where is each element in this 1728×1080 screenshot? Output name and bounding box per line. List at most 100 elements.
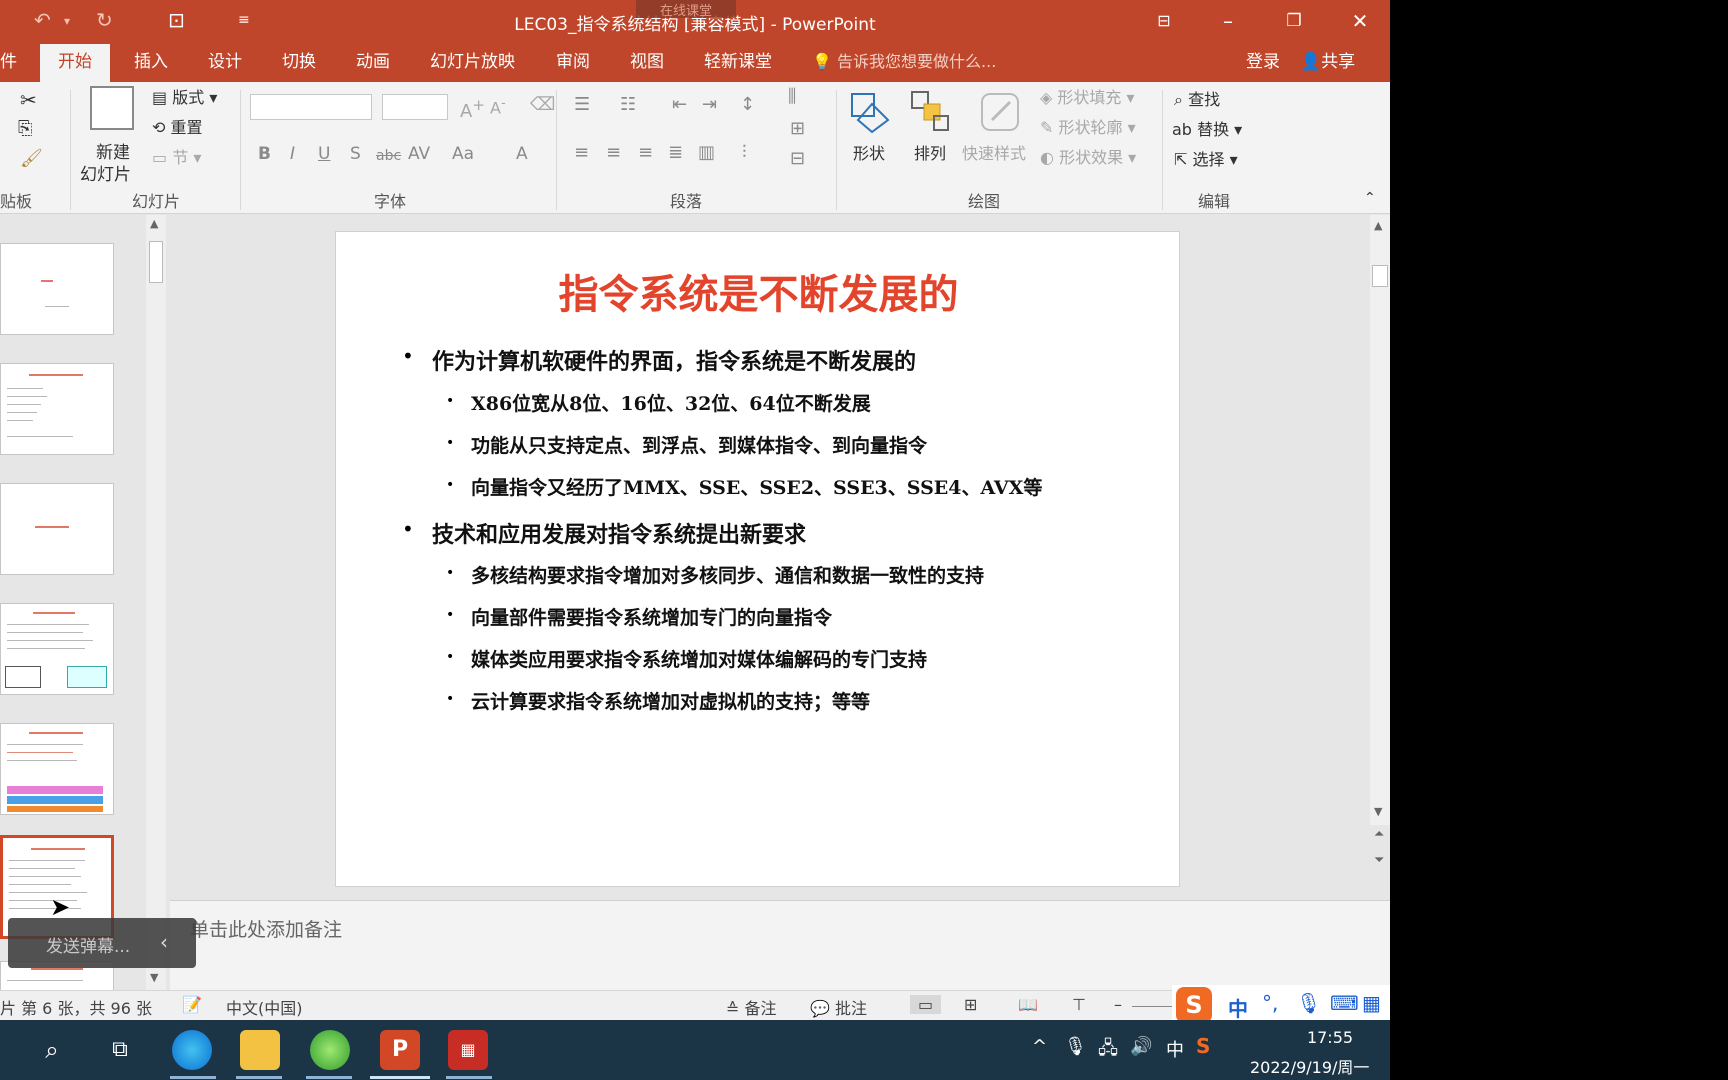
new-slide-icon[interactable] [90, 86, 134, 130]
punctuation-icon[interactable]: °, [1262, 991, 1278, 1015]
numbering-icon[interactable]: ☷ [620, 94, 636, 115]
spellcheck-icon[interactable]: 📝 [182, 995, 202, 1014]
slide-thumbnail[interactable] [0, 483, 114, 575]
line-spacing-icon[interactable]: ↕ [740, 94, 755, 115]
tab-review[interactable]: 审阅 [546, 42, 600, 82]
arrange-icon[interactable] [910, 90, 954, 134]
restore-button[interactable]: ❐ [1274, 6, 1314, 36]
clock-time[interactable]: 17:55 [1270, 1028, 1390, 1047]
browser-360-icon[interactable] [310, 1030, 350, 1070]
microphone-icon[interactable]: 🎙 [1296, 991, 1321, 1015]
toolbox-icon[interactable]: ▦ [1362, 991, 1381, 1015]
tell-me-search[interactable]: 💡 告诉我您想要做什么... [812, 42, 996, 82]
scroll-up-arrow-icon[interactable]: ▲ [150, 217, 158, 230]
new-slide-label-2[interactable]: 幻灯片 [80, 160, 131, 185]
italic-button[interactable]: I [290, 144, 295, 164]
columns-icon[interactable]: ⫶ [742, 142, 747, 163]
arrange-label[interactable]: 排列 [914, 140, 946, 164]
scroll-down-arrow-icon[interactable]: ▼ [1374, 805, 1382, 818]
grow-font-icon[interactable]: A+ [460, 96, 485, 122]
font-name-field[interactable] [250, 94, 372, 120]
quick-styles-icon[interactable] [978, 90, 1022, 134]
char-spacing-button[interactable]: AV [408, 144, 430, 164]
bullet-level2[interactable]: 媒体类应用要求指令系统增加对媒体编解码的专门支持 [471, 645, 927, 672]
keyboard-icon[interactable]: ⌨ [1330, 991, 1359, 1015]
shape-outline-button[interactable]: ✎ 形状轮廓 ▾ [1040, 114, 1136, 138]
previous-slide-icon[interactable]: ⏶ [1374, 827, 1384, 842]
ime-chinese-mode[interactable]: 中 [1228, 993, 1248, 1022]
slide-title[interactable]: 指令系统是不断发展的 [336, 262, 1181, 320]
danmaku-input[interactable]: 发送弹幕... [46, 932, 130, 957]
close-button[interactable]: ✕ [1340, 6, 1380, 36]
slide-sorter-icon[interactable]: ⊞ [964, 995, 977, 1014]
sogou-logo-icon[interactable]: S [1176, 987, 1212, 1023]
bullet-level1[interactable]: 作为计算机软硬件的界面，指令系统是不断发展的 [432, 344, 916, 376]
cut-icon[interactable]: ✂ [20, 88, 37, 112]
section-button[interactable]: ▭ 节 ▾ [152, 144, 201, 168]
find-button[interactable]: ⌕ 查找 [1174, 86, 1220, 110]
strikethrough-button[interactable]: abc [376, 148, 401, 164]
bullet-level1[interactable]: 技术和应用发展对指令系统提出新要求 [432, 517, 806, 549]
notes-toggle[interactable]: ≙ 备注 [726, 995, 777, 1019]
copy-icon[interactable]: ⎘ [18, 118, 32, 139]
scroll-down-arrow-icon[interactable]: ▼ [150, 971, 158, 984]
increase-indent-icon[interactable]: ⇥ [702, 94, 717, 115]
underline-button[interactable]: U [318, 144, 330, 164]
distributed-icon[interactable]: ▥ [698, 142, 715, 163]
bullets-icon[interactable]: ☰ [574, 94, 590, 115]
slide-thumbnail[interactable] [0, 243, 114, 335]
shapes-label[interactable]: 形状 [853, 140, 885, 164]
thumbnail-scrollbar[interactable]: ▲ ▼ [146, 215, 166, 990]
volume-icon[interactable]: 🔊 [1130, 1036, 1152, 1057]
bullet-level2[interactable]: X86位宽从8位、16位、32位、64位不断发展 [471, 389, 871, 416]
clear-format-icon[interactable]: ⌫ [530, 94, 555, 115]
scroll-thumb[interactable] [1372, 265, 1388, 287]
align-center-icon[interactable]: ≡ [606, 142, 621, 163]
show-hidden-icons-icon[interactable]: ^ [1032, 1036, 1047, 1057]
tab-slideshow[interactable]: 幻灯片放映 [420, 42, 525, 82]
justify-icon[interactable]: ≣ [668, 142, 683, 163]
sogou-ime-bar[interactable]: S 中 °, 🎙 ⌨ ▦ [1172, 985, 1390, 1025]
slide-canvas[interactable]: 指令系统是不断发展的 • 作为计算机软硬件的界面，指令系统是不断发展的 • X86位宽… [335, 231, 1180, 887]
select-button[interactable]: ⇱ 选择 ▾ [1174, 146, 1238, 170]
shrink-font-icon[interactable]: A- [490, 96, 506, 117]
slide-thumbnail[interactable] [0, 723, 114, 815]
align-right-icon[interactable]: ≡ [638, 142, 653, 163]
ime-indicator[interactable]: 中 [1166, 1036, 1184, 1062]
bullet-level2[interactable]: 向量指令又经历了MMX、SSE、SSE2、SSE3、SSE4、AVX等 [471, 473, 1042, 500]
slide-scrollbar[interactable]: ▲ ▼ [1370, 215, 1390, 825]
bullet-level2[interactable]: 多核结构要求指令增加对多核同步、通信和数据一致性的支持 [471, 561, 984, 588]
tab-file[interactable]: 件 [0, 42, 27, 82]
powerpoint-icon[interactable]: P [380, 1030, 420, 1070]
notes-placeholder[interactable]: 单击此处添加备注 [190, 915, 342, 942]
bullet-level2[interactable]: 向量部件需要指令系统增加专门的向量指令 [471, 603, 832, 630]
bullet-level2[interactable]: 云计算要求指令系统增加对虚拟机的支持；等等 [471, 687, 870, 714]
ribbon-display-options-icon[interactable]: ⊟ [1144, 6, 1184, 36]
zoom-slider[interactable] [1132, 1006, 1172, 1007]
search-icon[interactable]: ⌕ [32, 1030, 72, 1070]
bold-button[interactable]: B [258, 144, 271, 164]
align-text-icon[interactable]: ⊞ [790, 118, 805, 139]
notes-pane[interactable]: 单击此处添加备注 [170, 900, 1390, 990]
clock-date[interactable]: 2022/9/19/周一 [1250, 1054, 1369, 1078]
font-size-field[interactable] [382, 94, 448, 120]
bullet-level2[interactable]: 功能从只支持定点、到浮点、到媒体指令、到向量指令 [471, 431, 927, 458]
replace-button[interactable]: ab 替换 ▾ [1172, 116, 1242, 140]
tab-insert[interactable]: 插入 [124, 42, 178, 82]
tab-transitions[interactable]: 切换 [272, 42, 326, 82]
tab-qingxin[interactable]: 轻新课堂 [694, 42, 782, 82]
decrease-indent-icon[interactable]: ⇤ [672, 94, 687, 115]
shadow-button[interactable]: S [350, 144, 361, 164]
collapse-ribbon-icon[interactable]: ⌃ [1364, 190, 1376, 206]
share-button[interactable]: 👤共享 [1300, 42, 1355, 82]
layout-button[interactable]: ▤ 版式 ▾ [152, 84, 217, 108]
file-explorer-icon[interactable] [240, 1030, 280, 1070]
tab-animations[interactable]: 动画 [346, 42, 400, 82]
edge-icon[interactable] [172, 1030, 212, 1070]
quick-styles-label[interactable]: 快速样式 [962, 140, 1026, 164]
tab-view[interactable]: 视图 [620, 42, 674, 82]
format-painter-icon[interactable]: 🖌 [20, 148, 43, 169]
shapes-icon[interactable] [848, 90, 892, 134]
next-slide-icon[interactable]: ⏷ [1374, 853, 1384, 868]
scroll-up-arrow-icon[interactable]: ▲ [1374, 219, 1382, 232]
